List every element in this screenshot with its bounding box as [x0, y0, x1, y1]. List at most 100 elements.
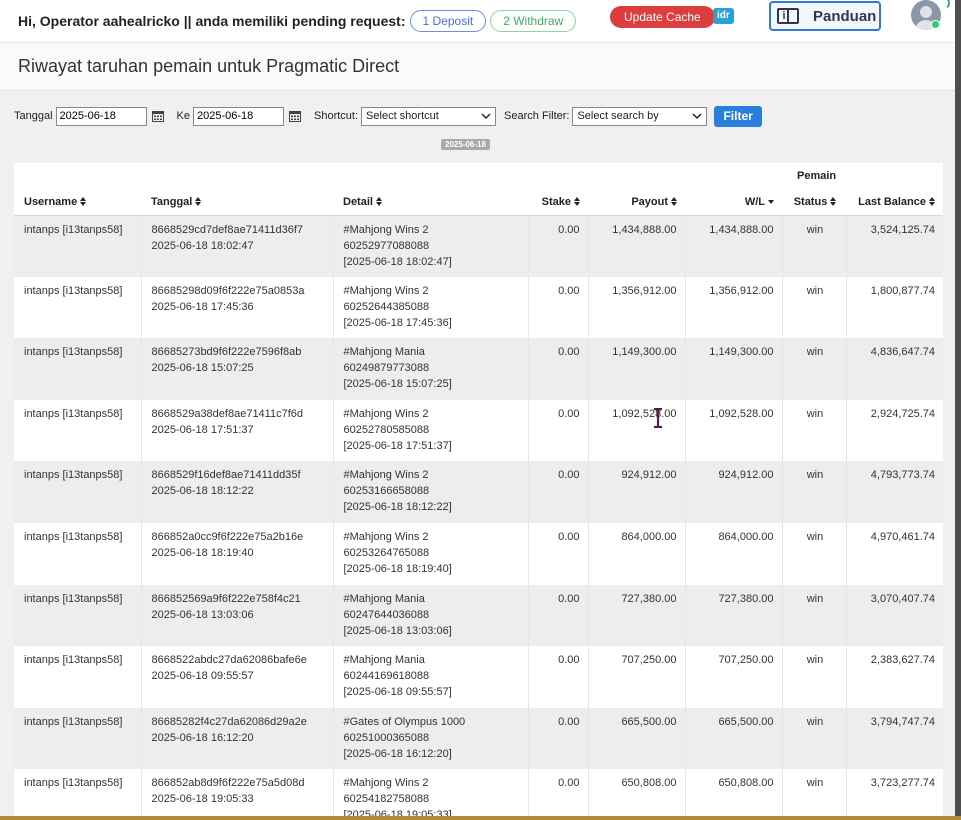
guide-label: Panduan — [813, 7, 877, 25]
col-wl[interactable]: W/L — [685, 189, 782, 216]
pending-withdraw-button[interactable]: 2 Withdraw — [490, 10, 577, 32]
cell-username: intanps [i13tanps58] — [14, 769, 142, 816]
chevron-down-icon — [692, 113, 702, 120]
cell-detail: #Gates of Olympus 1000 60251000365088 [202… — [333, 707, 529, 770]
game-name: #Mahjong Wins 2 — [343, 530, 429, 543]
loading-arc-icon — [936, 0, 950, 10]
cell-last-balance: 2,383,627.74 — [846, 646, 943, 708]
cell-stake: 0.00 — [528, 399, 589, 462]
group-header-pemain: Pemain — [782, 163, 943, 189]
cell-payout: 650,808.00 — [588, 769, 686, 816]
cell-tanggal: 8668522abdc27da62086bafe6e 2025-06-18 09:… — [141, 646, 334, 708]
cell-tanggal: 86685282f4c27da62086d29a2e 2025-06-18 16:… — [141, 707, 334, 770]
cell-username: intanps [i13tanps58] — [14, 215, 142, 277]
guide-button[interactable]: Panduan — [769, 1, 881, 31]
col-username[interactable]: Username — [14, 189, 141, 216]
calendar-icon[interactable] — [289, 110, 302, 122]
cell-username: intanps [i13tanps58] — [14, 338, 142, 400]
cell-tanggal: 86685273bd9f6f222e7596f8ab 2025-06-18 15:… — [141, 338, 334, 400]
search-filter-value: Select search by — [577, 110, 659, 122]
shortcut-select[interactable]: Select shortcut — [361, 106, 497, 126]
cell-detail: #Mahjong Wins 2 60252644385088 [2025-06-18… — [333, 276, 529, 339]
cell-wl: 1,434,888.00 — [685, 215, 783, 277]
chevron-down-icon — [481, 113, 491, 120]
game-name: #Mahjong Wins 2 — [343, 469, 429, 482]
bet-id: 866852569a9f6f222e758f4c21 — [151, 592, 301, 605]
currency-badge[interactable]: idr — [713, 8, 734, 24]
update-cache-button[interactable]: Update Cache — [610, 6, 715, 28]
cell-username: intanps [i13tanps58] — [14, 646, 142, 708]
table-row[interactable]: intanps [i13tanps58] 8668522abdc27da6208… — [14, 646, 943, 708]
round-date: [2025-06-18 18:02:47] — [343, 255, 452, 268]
cell-payout: 707,250.00 — [588, 646, 686, 708]
round-date: [2025-06-18 13:03:06] — [343, 624, 452, 637]
bet-date: 2025-06-18 18:02:47 — [151, 239, 254, 252]
cell-wl: 727,380.00 — [685, 584, 783, 647]
cell-stake: 0.00 — [528, 707, 589, 770]
round-date: [2025-06-18 17:45:36] — [343, 316, 452, 329]
cell-last-balance: 1,800,877.74 — [846, 276, 943, 339]
col-last-balance[interactable]: Last Balance — [846, 189, 943, 216]
table-row[interactable]: intanps [i13tanps58] 866852ab8d9f6f222e7… — [14, 769, 943, 816]
bet-date: 2025-06-18 18:19:40 — [151, 546, 254, 559]
bet-id: 866852a0cc9f6f222e75a2b16e — [151, 530, 304, 543]
col-detail[interactable]: Detail — [333, 189, 528, 216]
cell-detail: #Mahjong Mania 60247644036088 [2025-06-18 … — [333, 584, 529, 647]
cell-status: win — [782, 707, 847, 770]
pending-deposit-button[interactable]: 1 Deposit — [409, 10, 487, 32]
to-date-input[interactable] — [193, 106, 285, 126]
shortcut-label: Shortcut: — [314, 110, 359, 122]
bet-date: 2025-06-18 17:51:37 — [151, 423, 254, 436]
cell-status: win — [782, 646, 847, 708]
cell-payout: 924,912.00 — [588, 461, 686, 523]
round-id: 60254182758088 — [343, 793, 430, 806]
calendar-icon[interactable] — [151, 110, 164, 122]
bet-date: 2025-06-18 17:45:36 — [151, 300, 254, 313]
game-name: #Gates of Olympus 1000 — [343, 715, 466, 728]
cell-payout: 1,434,888.00 — [588, 215, 686, 277]
page-title: Riwayat taruhan pemain untuk Pragmatic D… — [18, 56, 400, 76]
game-name: #Mahjong Wins 2 — [343, 284, 429, 297]
table-row[interactable]: intanps [i13tanps58] 8668529f16def8ae714… — [14, 461, 943, 523]
bet-id: 8668529a38def8ae71411c7f6d — [151, 407, 304, 420]
cell-tanggal: 866852ab8d9f6f222e75a5d08d 2025-06-18 19:… — [141, 769, 334, 816]
table-body: intanps [i13tanps58] 8668529cd7def8ae714… — [14, 215, 943, 816]
cell-payout: 1,149,300.00 — [588, 338, 686, 400]
table-row[interactable]: intanps [i13tanps58] 8668529cd7def8ae714… — [14, 215, 943, 277]
table-row[interactable]: intanps [i13tanps58] 86685282f4c27da6208… — [14, 707, 943, 770]
cell-payout: 665,500.00 — [588, 707, 686, 770]
filter-button[interactable]: Filter — [714, 105, 762, 127]
cell-stake: 0.00 — [528, 769, 589, 816]
table-row[interactable]: intanps [i13tanps58] 86685273bd9f6f222e7… — [14, 338, 943, 400]
cell-stake: 0.00 — [528, 522, 589, 585]
cell-status: win — [782, 522, 847, 585]
cell-wl: 650,808.00 — [685, 769, 783, 816]
cell-payout: 1,356,912.00 — [588, 276, 686, 339]
cell-detail: #Mahjong Wins 2 60252977088088 [2025-06-18… — [333, 215, 529, 277]
table-row[interactable]: intanps [i13tanps58] 866852a0cc9f6f222e7… — [14, 522, 943, 585]
top-bar: Hi, Operator aahealricko || anda memilik… — [0, 0, 955, 43]
col-payout[interactable]: Payout — [588, 189, 685, 216]
bet-date: 2025-06-18 16:12:20 — [151, 731, 254, 744]
cell-wl: 707,250.00 — [685, 646, 783, 708]
from-date-input[interactable] — [55, 106, 147, 126]
cell-username: intanps [i13tanps58] — [14, 522, 142, 585]
table-row[interactable]: intanps [i13tanps58] 86685298d09f6f222e7… — [14, 276, 943, 339]
shortcut-value: Select shortcut — [366, 110, 439, 122]
main-content: Tanggal Ke Shortcut: Select shortcut Sea… — [0, 91, 955, 816]
cell-tanggal: 8668529f16def8ae71411dd35f 2025-06-18 18:… — [141, 461, 334, 523]
cell-last-balance: 3,524,125.74 — [846, 215, 943, 277]
cell-wl: 665,500.00 — [685, 707, 783, 770]
table-row[interactable]: intanps [i13tanps58] 8668529a38def8ae714… — [14, 399, 943, 462]
col-stake[interactable]: Stake — [528, 189, 588, 216]
cell-status: win — [782, 215, 847, 277]
header-spacer — [14, 163, 782, 189]
search-filter-select[interactable]: Select search by — [572, 106, 708, 126]
bet-date: 2025-06-18 13:03:06 — [151, 608, 254, 621]
sort-icon — [375, 197, 382, 207]
book-icon — [777, 8, 799, 24]
col-tanggal[interactable]: Tanggal — [141, 189, 333, 216]
col-status[interactable]: Status — [782, 189, 846, 216]
table-row[interactable]: intanps [i13tanps58] 866852569a9f6f222e7… — [14, 584, 943, 647]
cell-stake: 0.00 — [528, 461, 589, 523]
